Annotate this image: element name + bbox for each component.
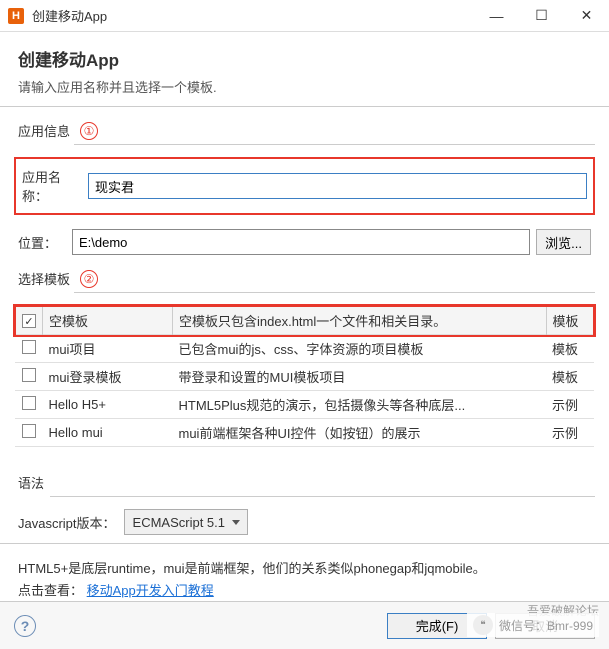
template-desc: 空模板只包含index.html一个文件和相关目录。: [173, 306, 547, 335]
template-name: Hello mui: [43, 419, 173, 447]
table-row[interactable]: mui登录模板 带登录和设置的MUI模板项目 模板: [15, 363, 594, 391]
table-row[interactable]: ✓ 空模板 空模板只包含index.html一个文件和相关目录。 模板: [15, 306, 594, 335]
template-desc: 已包含mui的js、css、字体资源的项目模板: [173, 335, 547, 363]
page-title: 创建移动App: [18, 46, 591, 71]
minimize-button[interactable]: —: [474, 0, 519, 32]
content-area: 应用信息 ① 应用名称： 位置： 浏览... 选择模板 ② ✓ 空模板 空模板只…: [0, 107, 609, 638]
template-type: 模板: [546, 306, 594, 335]
template-type: 示例: [546, 391, 594, 419]
app-icon: H: [8, 8, 24, 24]
checkbox-icon[interactable]: ✓: [22, 314, 36, 328]
js-version-label: Javascript版本：: [18, 513, 116, 532]
checkbox-icon[interactable]: [22, 396, 36, 410]
help-icon[interactable]: ?: [14, 615, 36, 637]
table-row[interactable]: Hello H5+ HTML5Plus规范的演示，包括摄像头等各种底层... 示…: [15, 391, 594, 419]
js-version-select[interactable]: ECMAScript 5.1: [124, 509, 248, 535]
template-desc: mui前端框架各种UI控件（如按钮）的展示: [173, 419, 547, 447]
table-row[interactable]: mui项目 已包含mui的js、css、字体资源的项目模板 模板: [15, 335, 594, 363]
checkbox-icon[interactable]: [22, 424, 36, 438]
marker-1-icon: ①: [80, 122, 98, 140]
template-name: Hello H5+: [43, 391, 173, 419]
location-input[interactable]: [72, 229, 530, 255]
checkbox-icon[interactable]: [22, 368, 36, 382]
group-select-template: 选择模板 ②: [18, 269, 595, 288]
template-desc: HTML5Plus规范的演示，包括摄像头等各种底层...: [173, 391, 547, 419]
group-app-info: 应用信息 ①: [18, 121, 595, 140]
titlebar: H 创建移动App — ☐ ✕: [0, 0, 609, 32]
window-controls: — ☐ ✕: [474, 0, 609, 32]
tutorial-link[interactable]: 移动App开发入门教程: [87, 583, 214, 598]
marker-2-icon: ②: [80, 270, 98, 288]
template-type: 模板: [546, 363, 594, 391]
watermark: ❝ 微信号：Bmr-999: [467, 613, 599, 637]
template-table: ✓ 空模板 空模板只包含index.html一个文件和相关目录。 模板 mui项…: [14, 305, 595, 447]
app-name-label: 应用名称：: [22, 167, 82, 205]
template-name: 空模板: [43, 306, 173, 335]
template-name: mui登录模板: [43, 363, 173, 391]
location-label: 位置：: [18, 233, 66, 252]
template-name: mui项目: [43, 335, 173, 363]
page-subtitle: 请输入应用名称并且选择一个模板.: [18, 77, 591, 96]
template-type: 示例: [546, 419, 594, 447]
window-title: 创建移动App: [32, 6, 474, 25]
group-syntax: 语法: [18, 473, 595, 492]
template-type: 模板: [546, 335, 594, 363]
checkbox-icon[interactable]: [22, 340, 36, 354]
app-name-input[interactable]: [88, 173, 587, 199]
maximize-button[interactable]: ☐: [519, 0, 564, 32]
table-row[interactable]: Hello mui mui前端框架各种UI控件（如按钮）的展示 示例: [15, 419, 594, 447]
close-button[interactable]: ✕: [564, 0, 609, 32]
wechat-icon: ❝: [473, 615, 493, 635]
dialog-header: 创建移动App 请输入应用名称并且选择一个模板.: [0, 32, 609, 106]
browse-button[interactable]: 浏览...: [536, 229, 591, 255]
highlight-app-name: 应用名称：: [14, 157, 595, 215]
template-desc: 带登录和设置的MUI模板项目: [173, 363, 547, 391]
